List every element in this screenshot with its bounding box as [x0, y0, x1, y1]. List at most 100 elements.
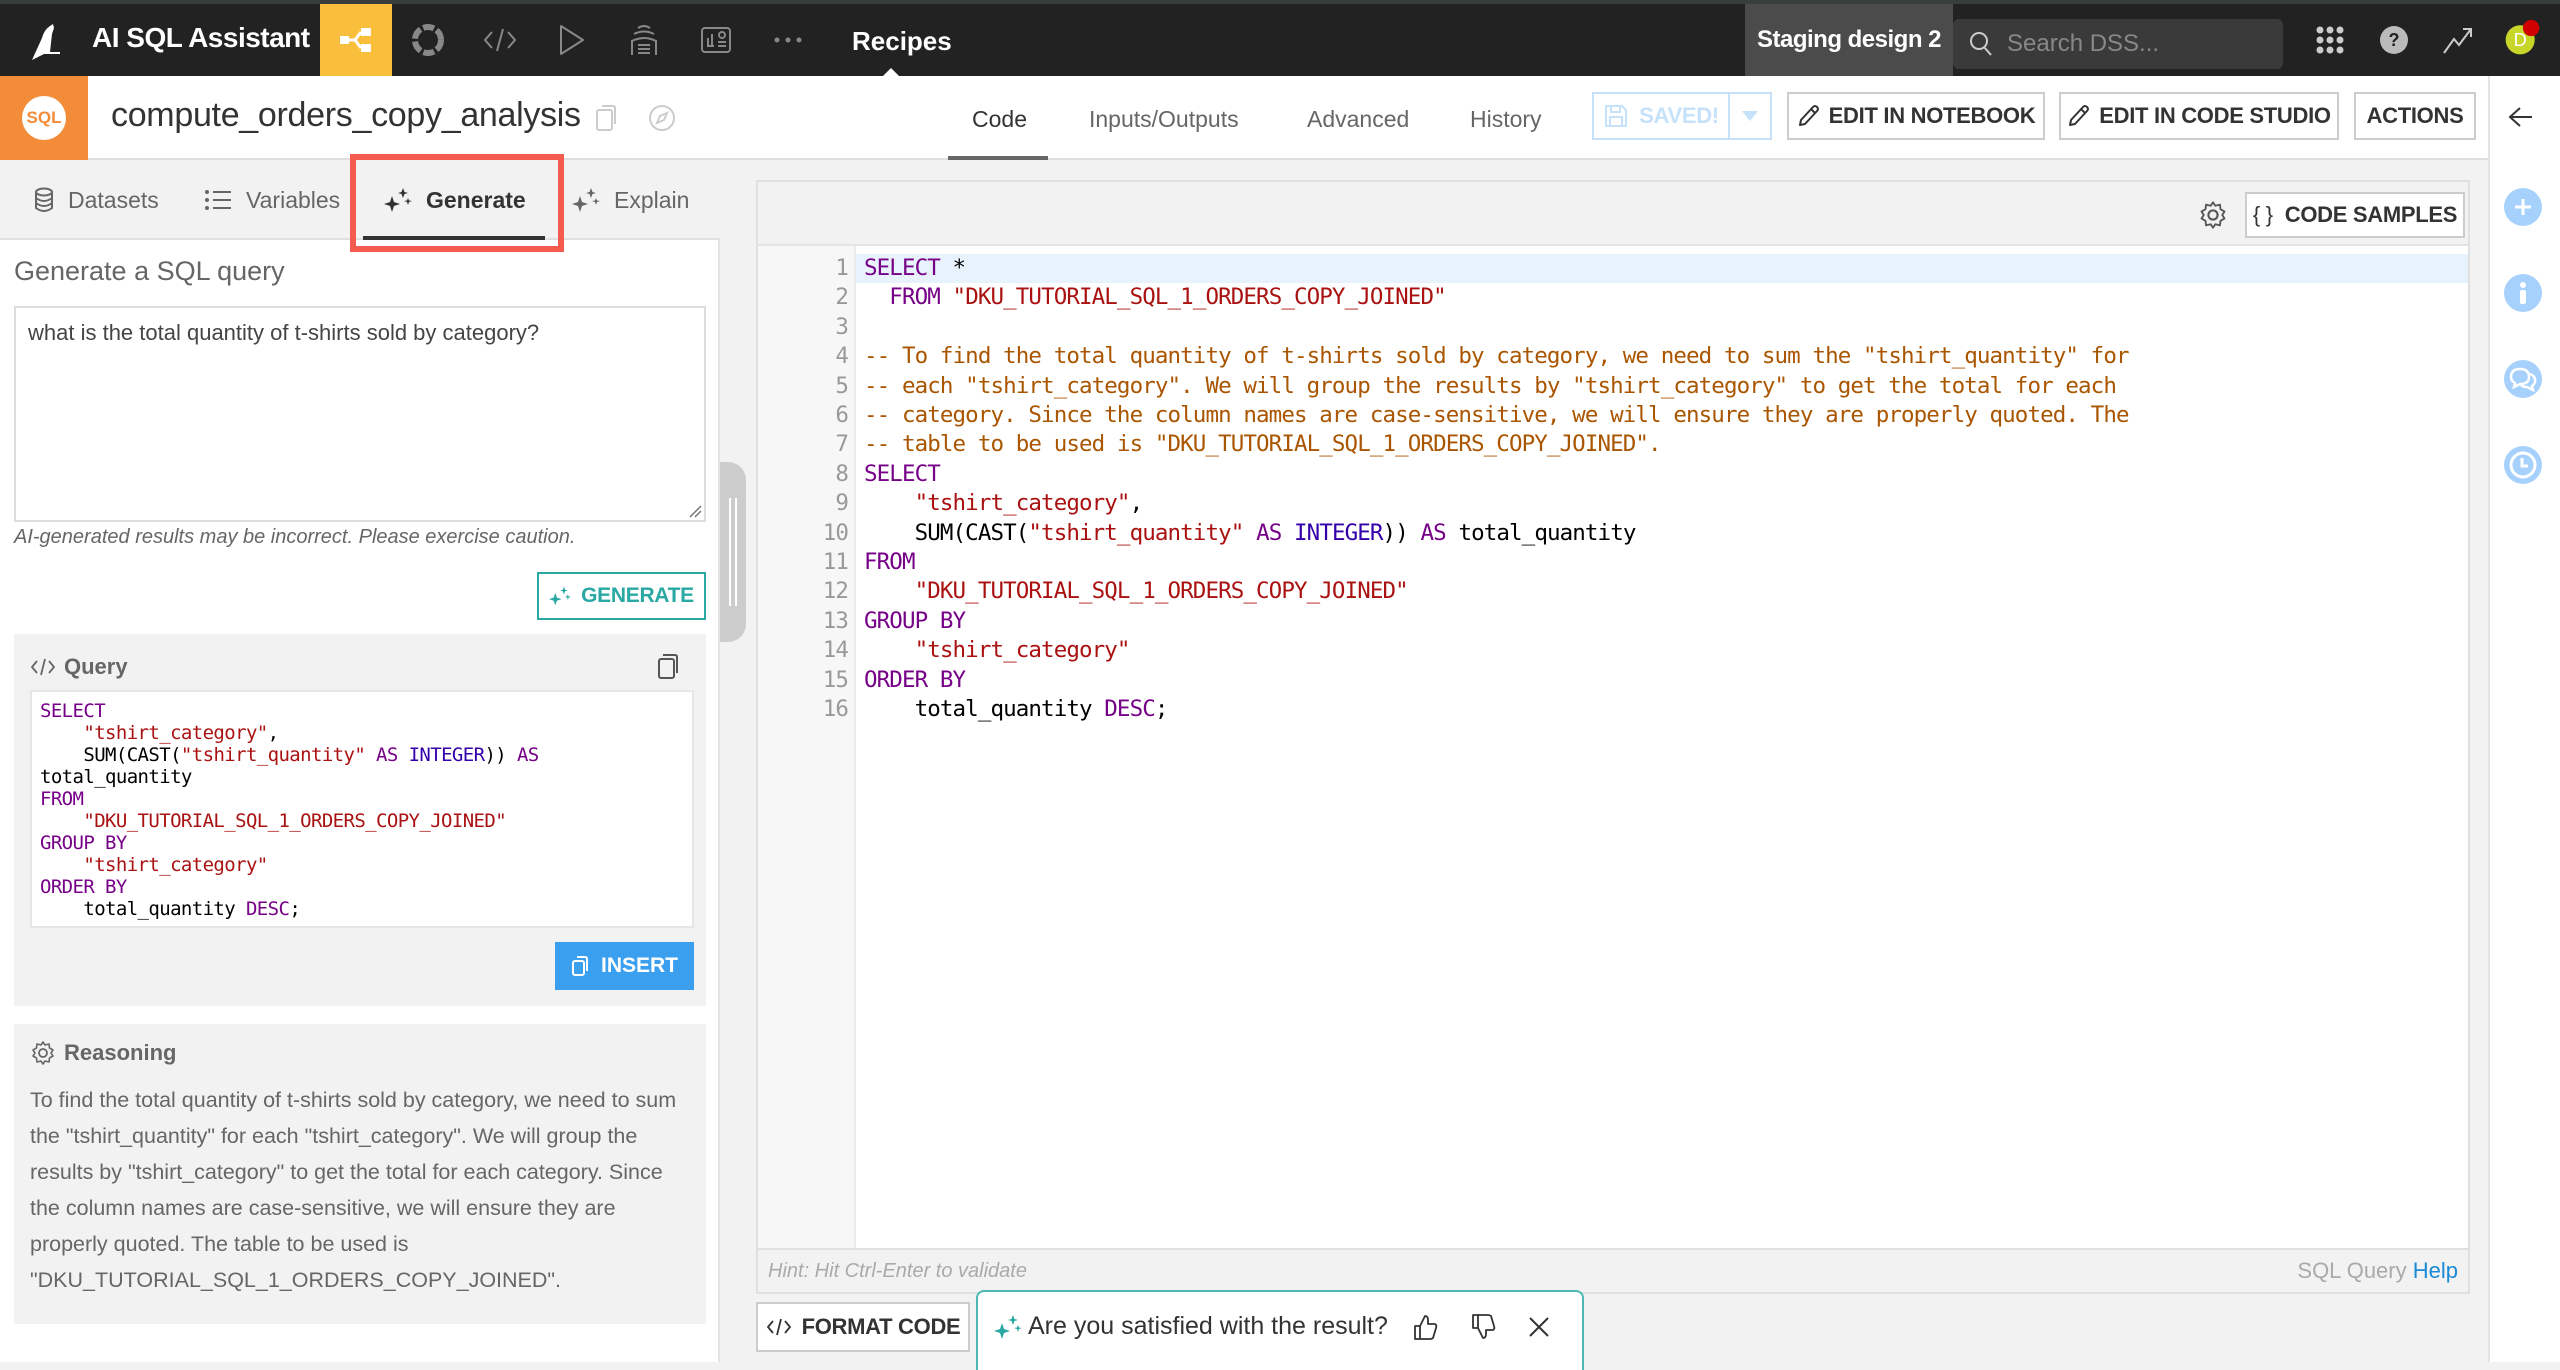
apps-grid-icon[interactable]	[2310, 20, 2350, 60]
deploy-icon[interactable]	[608, 4, 680, 76]
edit-in-code-studio-button[interactable]: EDIT IN CODE STUDIO	[2059, 92, 2339, 140]
editor-code-line: 8 SELECT	[758, 460, 2468, 489]
code-samples-button[interactable]: { } CODE SAMPLES	[2245, 192, 2465, 238]
search-box[interactable]	[1953, 19, 2283, 69]
sql-query-help: SQL Query Help	[2297, 1258, 2458, 1284]
close-icon[interactable]	[1524, 1312, 1554, 1342]
generated-query-code[interactable]: SELECT "tshirt_category", SUM(CAST("tshi…	[30, 690, 694, 928]
discussions-icon[interactable]	[2504, 360, 2542, 398]
project-title[interactable]: AI SQL Assistant	[92, 22, 310, 54]
editor-code-line: 14 "tshirt_category"	[758, 636, 2468, 665]
current-section-recipes[interactable]: Recipes	[852, 26, 952, 57]
line-text: FROM "DKU_TUTORIAL_SQL_1_ORDERS_COPY_JOI…	[864, 283, 1446, 312]
tab-variables[interactable]: Variables	[204, 160, 340, 240]
thumbs-up-icon[interactable]	[1410, 1312, 1440, 1342]
copy-icon[interactable]	[594, 104, 618, 137]
query-prompt-textarea[interactable]	[14, 306, 706, 522]
line-number: 12	[822, 578, 849, 605]
query-code-line: "DKU_TUTORIAL_SQL_1_ORDERS_COPY_JOINED"	[40, 810, 684, 832]
editor-code-line: 5 -- each "tshirt_category". We will grou…	[758, 372, 2468, 401]
code-token: -- category. Since the column names are …	[864, 402, 2130, 428]
copy-query-icon[interactable]	[656, 652, 680, 685]
feedback-question: Are you satisfied with the result?	[1028, 1312, 1388, 1340]
format-code-button[interactable]: FORMAT CODE	[756, 1302, 970, 1352]
editor-settings-gear-icon[interactable]	[2198, 200, 2228, 230]
textarea-resize-handle[interactable]	[688, 504, 702, 518]
line-text: -- table to be used is "DKU_TUTORIAL_SQL…	[864, 430, 1662, 459]
more-icon[interactable]	[752, 4, 824, 76]
line-number: 2	[835, 284, 849, 311]
code-token: DESC	[1104, 696, 1155, 722]
instance-name[interactable]: Staging design 2	[1745, 4, 1953, 76]
code-token: total_quantity	[1445, 519, 1636, 546]
code-token: total_quantity	[40, 898, 246, 920]
editor-code-line: 1 SELECT *	[758, 254, 2468, 283]
saved-button[interactable]: SAVED!	[1592, 92, 1728, 140]
panel-resize-handle[interactable]	[720, 462, 746, 642]
code-token: "DKU_TUTORIAL_SQL_1_ORDERS_COPY_JOINED"	[83, 810, 507, 832]
dataiku-bird-logo-icon[interactable]	[24, 16, 72, 64]
code-icon[interactable]	[464, 4, 536, 76]
line-number: 4	[835, 343, 849, 370]
code-token: FROM	[864, 549, 915, 575]
code-token: GROUP BY	[40, 832, 127, 854]
editor-footer: Hint: Hit Ctrl-Enter to validate SQL Que…	[758, 1248, 2468, 1292]
tab-inputs-outputs[interactable]: Inputs/Outputs	[1089, 106, 1239, 133]
datasets-ring-icon[interactable]	[392, 4, 464, 76]
sparkles-icon	[572, 188, 600, 212]
info-icon[interactable]	[2504, 274, 2542, 312]
reasoning-card: Reasoning To find the total quantity of …	[14, 1024, 706, 1324]
tab-history[interactable]: History	[1470, 106, 1542, 133]
tab-explain-label: Explain	[614, 186, 690, 213]
save-options-dropdown[interactable]	[1728, 92, 1772, 140]
ai-disclaimer: AI-generated results may be incorrect. P…	[14, 526, 576, 548]
dashboard-icon[interactable]	[680, 4, 752, 76]
list-icon	[205, 190, 231, 210]
code-editor-container: { } CODE SAMPLES 1 SELECT * 2 FROM "DKU_TU…	[756, 180, 2470, 1294]
code-token: INTEGER	[408, 744, 485, 766]
editor-code-line: 6 -- category. Since the column names are…	[758, 401, 2468, 430]
insert-button[interactable]: INSERT	[555, 942, 694, 990]
edit-in-notebook-button[interactable]: EDIT IN NOTEBOOK	[1787, 92, 2045, 140]
collapse-arrow-icon[interactable]	[2508, 106, 2534, 133]
search-icon	[1970, 32, 1992, 56]
thumbs-down-icon[interactable]	[1468, 1312, 1498, 1342]
tab-generate[interactable]: Generate	[384, 160, 526, 240]
code-token: total_quantity	[864, 696, 1105, 722]
tab-advanced[interactable]: Advanced	[1307, 106, 1409, 133]
code-token: SELECT	[40, 700, 106, 722]
code-icon	[30, 658, 56, 676]
code-token: ORDER BY	[864, 666, 966, 693]
line-number: 5	[835, 372, 849, 399]
help-icon[interactable]: ?	[2374, 20, 2414, 60]
recipe-name[interactable]: compute_orders_copy_analysis	[111, 96, 581, 135]
history-icon[interactable]	[2504, 446, 2542, 484]
flow-icon[interactable]	[320, 4, 392, 76]
sql-code-editor[interactable]: 1 SELECT * 2 FROM "DKU_TUTORIAL_SQL_1_ORDE…	[758, 246, 2468, 1248]
generate-button[interactable]: GENERATE	[537, 572, 706, 620]
validate-hint: Hint: Hit Ctrl-Enter to validate	[768, 1260, 1027, 1282]
tab-code[interactable]: Code	[972, 106, 1027, 133]
compass-icon[interactable]	[648, 104, 676, 137]
add-icon[interactable]	[2504, 188, 2542, 226]
run-icon[interactable]	[536, 4, 608, 76]
activity-trend-icon[interactable]	[2438, 20, 2478, 60]
help-link[interactable]: Help	[2413, 1258, 2458, 1283]
reasoning-text: To find the total quantity of t-shirts s…	[30, 1088, 677, 1292]
line-text: "DKU_TUTORIAL_SQL_1_ORDERS_COPY_JOINED"	[864, 577, 1409, 606]
actions-button[interactable]: ACTIONS	[2354, 92, 2476, 140]
line-number: 6	[835, 402, 849, 428]
code-token: total_quantity	[40, 766, 192, 788]
tab-explain[interactable]: Explain	[572, 160, 689, 240]
query-code-line: "tshirt_category"	[40, 854, 684, 876]
tab-datasets[interactable]: Datasets	[34, 160, 159, 240]
search-input[interactable]	[2007, 30, 2267, 58]
editor-code-line: 13 GROUP BY	[758, 607, 2468, 636]
user-avatar[interactable]: D	[2502, 18, 2542, 58]
tab-variables-label: Variables	[246, 186, 341, 213]
code-token: DESC	[245, 898, 290, 920]
